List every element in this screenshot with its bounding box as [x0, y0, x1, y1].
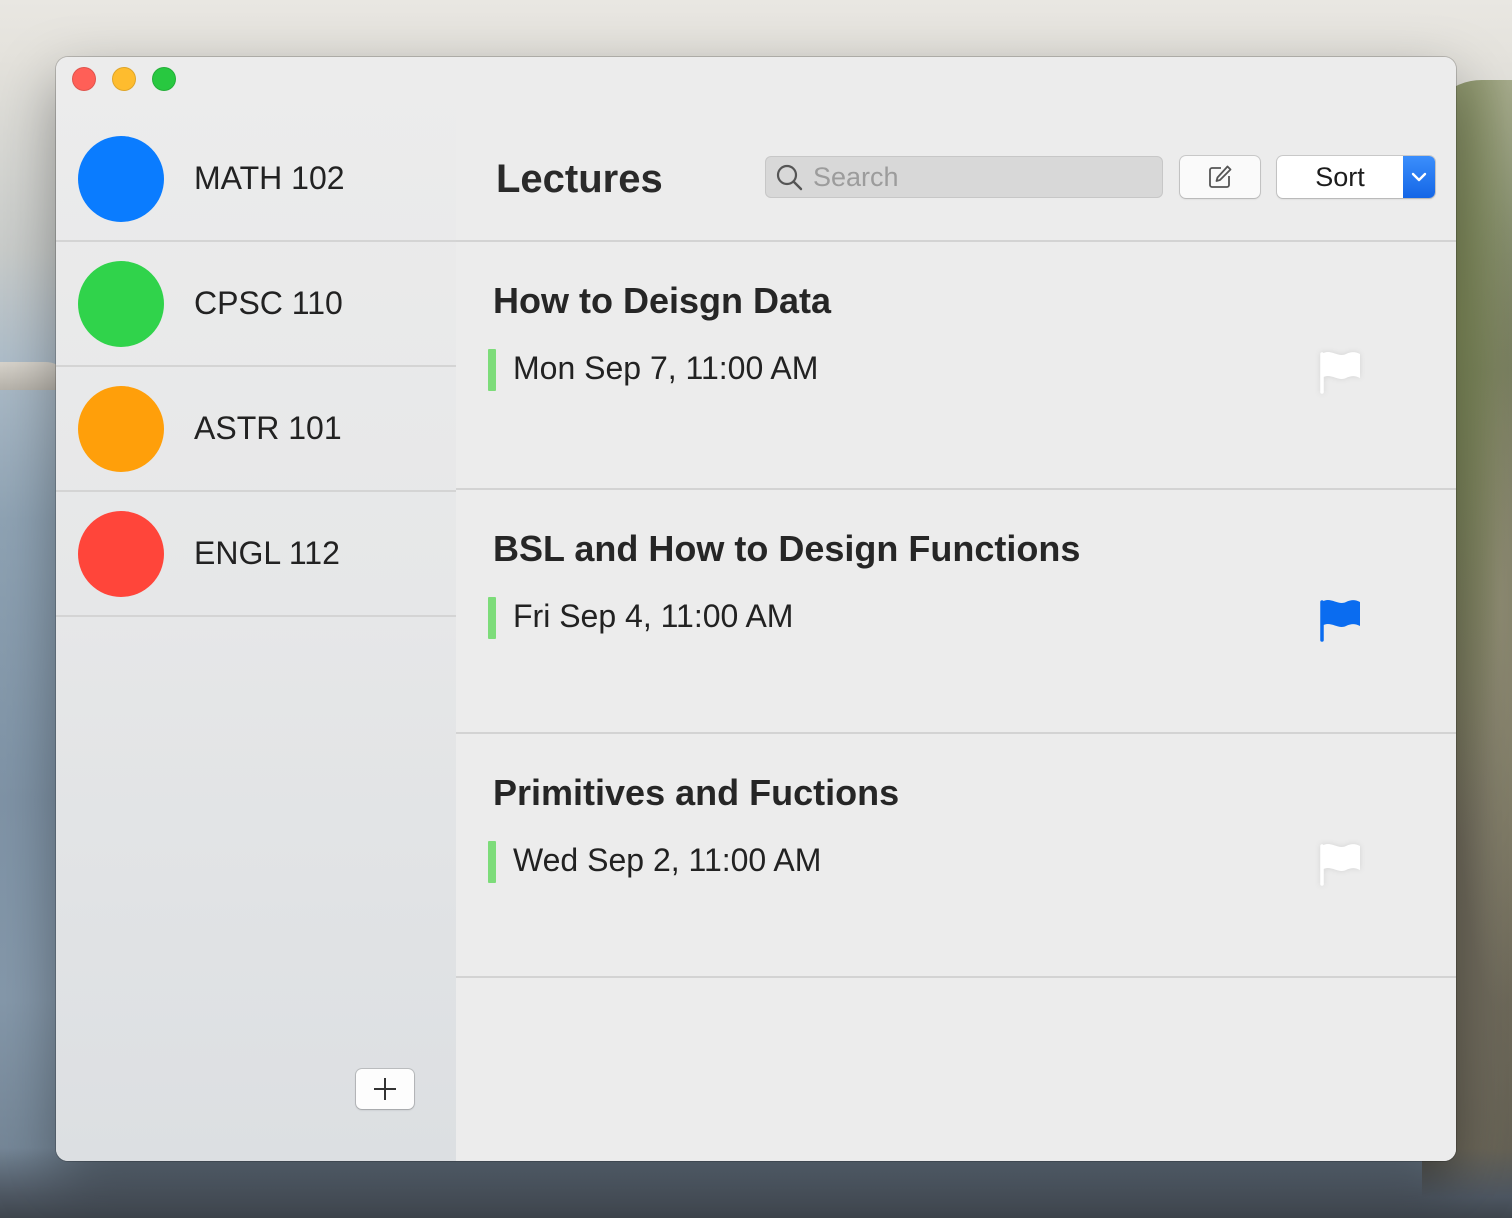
sidebar-item-math-102[interactable]: MATH 102: [56, 117, 456, 242]
course-list: MATH 102 CPSC 110 ASTR 101 ENGL 112: [56, 117, 456, 617]
lecture-date: Wed Sep 2, 11:00 AM: [513, 842, 822, 878]
search-field[interactable]: [765, 156, 1163, 198]
sidebar-item-cpsc-110[interactable]: CPSC 110: [56, 242, 456, 367]
course-color-dot: [78, 385, 164, 472]
app-window: MATH 102 CPSC 110 ASTR 101 ENGL 112 Lect…: [56, 57, 1456, 1161]
lecture-title: Primitives and Fuctions: [493, 772, 900, 813]
lecture-row[interactable]: BSL and How to Design Functions Fri Sep …: [456, 490, 1456, 734]
plus-icon: [374, 1078, 396, 1100]
sort-dropdown-arrow[interactable]: [1403, 156, 1435, 198]
toolbar: Lectures Sort: [456, 57, 1456, 242]
search-icon: [776, 164, 803, 191]
chevron-down-icon: [1411, 172, 1427, 182]
date-marker: [488, 841, 496, 883]
course-label: ENGL 112: [194, 535, 340, 571]
course-label: MATH 102: [194, 160, 345, 196]
lecture-row[interactable]: How to Deisgn Data Mon Sep 7, 11:00 AM: [456, 242, 1456, 490]
lecture-row[interactable]: Primitives and Fuctions Wed Sep 2, 11:00…: [456, 734, 1456, 978]
new-lecture-button[interactable]: [1180, 156, 1260, 198]
course-color-dot: [78, 510, 164, 597]
search-input[interactable]: [811, 160, 1145, 194]
minimize-window-button[interactable]: [112, 67, 136, 91]
lecture-date: Mon Sep 7, 11:00 AM: [513, 350, 819, 386]
add-course-button[interactable]: [356, 1069, 414, 1109]
flag-icon[interactable]: [1318, 838, 1364, 886]
date-marker: [488, 597, 496, 639]
sort-label: Sort: [1315, 161, 1365, 192]
close-window-button[interactable]: [72, 67, 96, 91]
sidebar-item-engl-112[interactable]: ENGL 112: [56, 492, 456, 617]
desktop-wallpaper: MATH 102 CPSC 110 ASTR 101 ENGL 112 Lect…: [0, 0, 1512, 1218]
sort-popup-button[interactable]: Sort: [1277, 156, 1435, 198]
course-label: CPSC 110: [194, 285, 343, 321]
lecture-date: Fri Sep 4, 11:00 AM: [513, 598, 794, 634]
sidebar-item-astr-101[interactable]: ASTR 101: [56, 367, 456, 492]
flag-icon[interactable]: [1318, 346, 1364, 394]
date-marker: [488, 349, 496, 391]
zoom-window-button[interactable]: [152, 67, 176, 91]
window-controls: [72, 67, 176, 91]
lecture-title: BSL and How to Design Functions: [493, 528, 1081, 569]
course-color-dot: [78, 135, 164, 222]
lecture-list: How to Deisgn Data Mon Sep 7, 11:00 AM B…: [456, 242, 1456, 978]
flag-icon[interactable]: [1318, 594, 1364, 642]
course-label: ASTR 101: [194, 410, 342, 446]
main-content: Lectures Sort: [456, 57, 1456, 1161]
sidebar: MATH 102 CPSC 110 ASTR 101 ENGL 112: [56, 57, 456, 1161]
page-title: Lectures: [496, 157, 663, 201]
lecture-title: How to Deisgn Data: [493, 280, 832, 321]
course-color-dot: [78, 260, 164, 347]
compose-icon: [1209, 165, 1232, 188]
